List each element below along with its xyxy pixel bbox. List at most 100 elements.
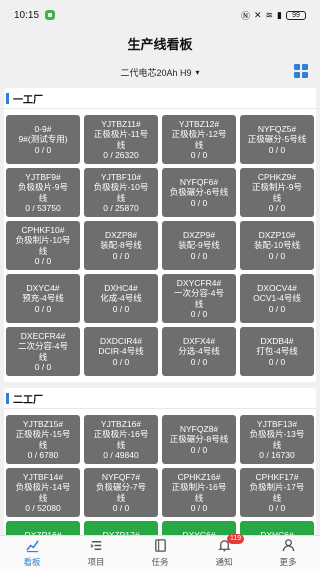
line-tile-text: 0 / 52080 [25, 503, 61, 513]
line-tile-text: DXHC4# [104, 282, 138, 293]
line-tile[interactable]: DXZP16#装配-16号线218 / 9000 [6, 521, 80, 535]
tab-label: 项目 [87, 556, 105, 567]
status-right: Ⓝ ✕ ≋ ▮ 99 [241, 9, 306, 22]
line-tile-text: 正极极片-11号 [93, 129, 149, 139]
line-tile[interactable]: DXOCV4# OCV1-4号线 0 / 0 [240, 274, 314, 323]
line-tile-text: 0 / 0 [268, 203, 286, 213]
line-tile-text: 正极碾分-8号线 [169, 434, 229, 445]
chevron-down-icon: ▾ [195, 67, 200, 77]
chart-icon [25, 538, 40, 556]
line-tile-text: 线 [272, 192, 282, 203]
tab-label: 看板 [23, 556, 41, 567]
line-tile-text: 线 [116, 492, 126, 503]
line-tile[interactable]: CPHKF10# 负极制片-10号线 0 / 0 [6, 221, 80, 270]
line-tile-text: 线 [272, 492, 282, 503]
mute-icon: ✕ [253, 9, 262, 20]
line-tile-text: DXECFR4# [20, 330, 66, 341]
line-tile-text: 线 [38, 351, 48, 362]
line-tile-text: 0 / 0 [190, 309, 208, 319]
line-tile[interactable]: DXZP8# 装配-8号线 0 / 0 [84, 221, 158, 270]
tab-book[interactable]: 任务 [135, 538, 185, 568]
line-tile[interactable]: DXFX4# 分选-4号线 0 / 0 [162, 327, 236, 376]
line-tile-text: 正极极片-16号 [93, 429, 149, 439]
line-tile[interactable]: YJTBZ15# 正极极片-15号线 0 / 6780 [6, 415, 80, 464]
line-tile-text: YJTBZ15# [22, 418, 64, 429]
line-tile[interactable]: DXYC4# 预充-4号线 0 / 0 [6, 274, 80, 323]
person-icon [281, 538, 296, 556]
line-tile-text: 0 / 25870 [103, 203, 139, 213]
line-tile-text: DXYCFR4# [176, 277, 222, 288]
tab-chart[interactable]: 看板 [7, 538, 57, 568]
line-tile[interactable]: DXECFR4# 二次分容-4号线 0 / 0 [6, 327, 80, 376]
line-tile[interactable]: DXHC4# 化成-4号线 0 / 0 [84, 274, 158, 323]
tab-list[interactable]: 项目 [71, 538, 121, 568]
nfc-icon: Ⓝ [240, 10, 250, 21]
line-tile-text: 打包-4号线 [256, 346, 298, 357]
line-tile-text: DXZP8# [104, 229, 138, 240]
battery-icon: 99 [286, 10, 306, 20]
line-tile[interactable]: CPHKZ9# 正极制片-9号线 0 / 0 [240, 168, 314, 217]
line-tile[interactable]: YJTBZ16# 正极极片-16号线 0 / 49840 [84, 415, 158, 464]
section-title: 一工厂 [4, 88, 316, 109]
line-tile-text: YJTBZ16# [100, 418, 142, 429]
line-tile-text: 0 / 0 [190, 197, 208, 208]
line-tile[interactable]: YJTBF10# 负极极片-10号线 0 / 25870 [84, 168, 158, 217]
line-tile[interactable]: DXZP17#装配-17号线234 / 10000 [84, 521, 158, 535]
line-tile-text: YJTBZ11# [101, 118, 141, 129]
line-tile-text: CPHKZ9# [257, 171, 297, 182]
line-tile[interactable]: YJTBZ11# 正极极片-11号线 0 / 26320 [84, 115, 158, 164]
line-tile-text: DCIR-4号线 [98, 346, 144, 357]
line-tile[interactable]: CPHKF17# 负极制片-17号线 0 / 0 [240, 468, 314, 517]
line-tile[interactable]: DXDB4# 打包-4号线 0 / 0 [240, 327, 314, 376]
line-tile[interactable]: DXZP10# 装配-10号线 0 / 0 [240, 221, 314, 270]
line-tile[interactable]: YJTBZ12# 正极极片-12号线 0 / 0 [162, 115, 236, 164]
line-tile[interactable]: NYFQZ8# 正极碾分-8号线 0 / 0 [162, 415, 236, 464]
line-tile[interactable]: DXYC6#预充-6号线0 / 0 [162, 521, 236, 535]
cellular-icon: ▮ [277, 9, 282, 20]
line-tile[interactable]: NYFQF7# 负极碾分-7号线 0 / 0 [84, 468, 158, 517]
line-tile-text: 0 / 0 [34, 303, 52, 314]
line-tile[interactable]: YJTBF9# 负极极片-9号线 0 / 53750 [6, 168, 80, 217]
tab-bell[interactable]: 通知 119 [199, 533, 249, 568]
line-tile-text: DXZP9# [182, 229, 216, 240]
line-tile-text: DXYC4# [26, 282, 60, 293]
line-tile-text: 正极极片-15号 [15, 429, 71, 439]
line-tile-text: OCV1-4号线 [253, 293, 301, 304]
line-tile[interactable]: 0-9# 9#(测试专用) 0 / 0 [6, 115, 80, 164]
line-tile-text: 负极碾分-7号 [95, 482, 147, 492]
line-tile-text: 负极极片-10号 [93, 182, 149, 192]
line-board: 一工厂 0-9# 9#(测试专用) 0 / 0 YJTBZ11# 正极极片-11号线 0 /… [0, 88, 320, 535]
factory-section: 一工厂 0-9# 9#(测试专用) 0 / 0 YJTBZ11# 正极极片-11号线 0 /… [4, 88, 316, 382]
line-tile[interactable]: CPHKZ16# 正极制片-16号线 0 / 0 [162, 468, 236, 517]
line-tile-text: 0 / 0 [190, 356, 208, 367]
line-tile-text: 0 / 16730 [259, 450, 295, 460]
line-tile-text: 负极极片-9号 [17, 182, 69, 192]
line-tile[interactable]: DXZP9# 装配-9号线 0 / 0 [162, 221, 236, 270]
line-tile[interactable]: DXHC6#化成-6号线0 / 0 [240, 521, 314, 535]
line-tile-text: 负极碾分-6号线 [169, 187, 229, 198]
line-tile[interactable]: YJTBF13# 负极极片-13号线 0 / 16730 [240, 415, 314, 464]
product-selector[interactable]: 二代电芯20Ah H9 ▾ [0, 60, 320, 84]
line-tile-text: DXOCV4# [257, 282, 297, 293]
line-tile-text: DXDB4# [260, 335, 294, 346]
line-tile-text: 0 / 6780 [27, 450, 59, 460]
line-tile[interactable]: DXYCFR4# 一次分容-4号线 0 / 0 [162, 274, 236, 323]
tab-person[interactable]: 更多 [263, 538, 313, 568]
line-tile-text: 0 / 0 [190, 150, 208, 160]
line-tile-text: 线 [38, 492, 48, 503]
line-tile[interactable]: YJTBF14# 负极极片-14号线 0 / 52080 [6, 468, 80, 517]
line-tile-text: 0 / 0 [268, 356, 286, 367]
line-tile-text: 正极制片-16号 [171, 482, 227, 492]
line-tile-text: 负极极片-14号 [15, 482, 71, 492]
line-tile-text: 负极制片-10号 [15, 235, 71, 245]
line-tile-text: 线 [116, 192, 126, 203]
line-tile-text: DXZP10# [258, 229, 296, 240]
line-tile-text: YJTBZ12# [178, 118, 220, 129]
line-tile[interactable]: NYFQF6# 负极碾分-6号线 0 / 0 [162, 168, 236, 217]
line-tile-text: 线 [38, 245, 48, 256]
line-tile[interactable]: NYFQZ5# 正极碾分-5号线 0 / 0 [240, 115, 314, 164]
line-tile-text: 二次分容-4号 [17, 341, 69, 351]
line-tile-text: 正极制片-9号 [251, 182, 303, 192]
grid-view-icon[interactable] [294, 64, 308, 78]
line-tile[interactable]: DXDCIR4# DCIR-4号线 0 / 0 [84, 327, 158, 376]
